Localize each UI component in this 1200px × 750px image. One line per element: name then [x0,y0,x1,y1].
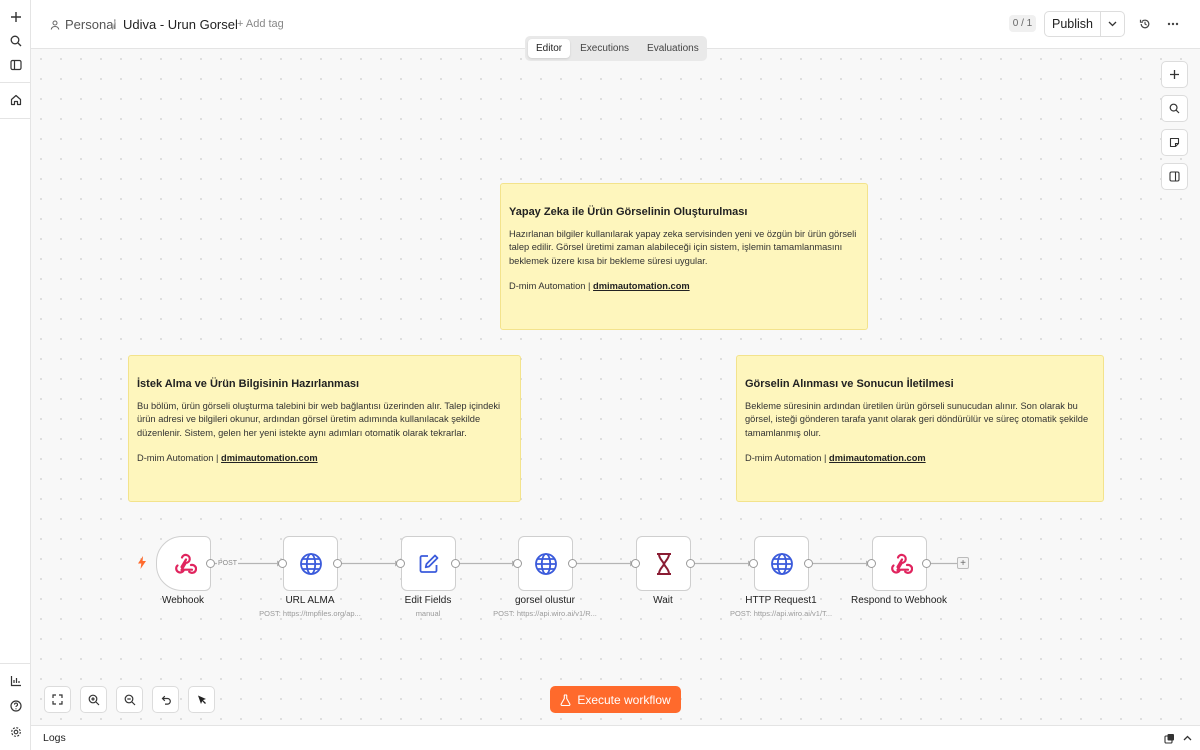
input-port[interactable] [631,559,640,568]
help-icon[interactable] [5,695,26,716]
breadcrumb-separator: / [112,17,116,33]
fit-view-icon[interactable] [44,686,71,713]
canvas-side-tools [1161,61,1188,190]
plus-icon[interactable] [5,6,26,27]
note-body: Hazırlanan bilgiler kullanılarak yapay z… [509,229,857,266]
output-port[interactable] [206,559,215,568]
note-signature: D-mim Automation | dmimautomation.com [509,281,859,291]
node-subtitle: POST: https://api.wiro.ai/v1/T... [729,609,833,618]
note-signature-text: D-mim Automation | [745,453,830,464]
undo-icon[interactable] [152,686,179,713]
left-rail [0,0,31,750]
output-port[interactable] [568,559,577,568]
popout-icon[interactable] [1164,731,1175,749]
input-port[interactable] [278,559,287,568]
tab-evaluations[interactable]: Evaluations [639,39,707,58]
globe-icon [534,552,557,575]
input-port[interactable] [396,559,405,568]
note-title: Görselin Alınması ve Sonucun İletilmesi [745,378,954,390]
note-title: İstek Alma ve Ürün Bilgisinin Hazırlanma… [137,378,360,390]
note-body: Bu bölüm, ürün görseli oluşturma talebin… [137,401,501,438]
node-edit-fields[interactable] [401,536,456,591]
chevron-up-icon[interactable] [1183,731,1192,749]
note-body: Bekleme süresinin ardından üretilen ürün… [745,401,1089,438]
publish-button[interactable]: Publish [1045,12,1101,36]
sidebar-icon[interactable] [5,54,26,75]
input-port[interactable] [749,559,758,568]
note-signature-text: D-mim Automation | [137,453,222,464]
input-port[interactable] [513,559,522,568]
execute-workflow-button[interactable]: Execute workflow [550,686,681,713]
rail-divider [0,663,31,664]
sticky-note-left[interactable]: İstek Alma ve Ürün Bilgisinin Hazırlanma… [128,355,521,502]
breadcrumb-project-label: Personal [65,17,117,32]
globe-icon [299,552,322,575]
sticky-note-right[interactable]: Görselin Alınması ve Sonucun İletilmesi … [736,355,1104,502]
note-title: Yapay Zeka ile Ürün Görselinin Oluşturul… [509,206,748,218]
add-next-node-button[interactable]: + [957,557,969,569]
node-label: Respond to Webhook [851,595,947,606]
node-subtitle: POST: https://api.wiro.ai/v1/R... [493,609,597,618]
history-icon[interactable] [1136,15,1154,33]
note-signature-text: D-mim Automation | [509,281,594,292]
flask-icon [560,693,571,706]
search-nodes-icon[interactable] [1161,95,1188,122]
hourglass-icon [656,552,671,575]
publish-button-group: Publish [1044,11,1125,37]
output-port[interactable] [804,559,813,568]
node-http-request1[interactable] [754,536,809,591]
insights-icon[interactable] [5,670,26,691]
note-link[interactable]: dmimautomation.com [221,453,318,463]
output-port[interactable] [922,559,931,568]
note-link[interactable]: dmimautomation.com [829,453,926,463]
user-icon [50,20,60,30]
note-link[interactable]: dmimautomation.com [593,281,690,291]
trigger-bolt-icon [137,556,147,574]
sticky-note-icon[interactable] [1161,129,1188,156]
tab-executions[interactable]: Executions [572,39,637,58]
node-gorsel-olustur[interactable] [518,536,573,591]
cursor-icon[interactable] [188,686,215,713]
more-options-icon[interactable] [1164,15,1182,33]
panel-toggle-icon[interactable] [1161,163,1188,190]
sticky-note-center[interactable]: Yapay Zeka ile Ürün Görselinin Oluşturul… [500,183,868,330]
settings-icon[interactable] [5,721,26,742]
note-signature: D-mim Automation | dmimautomation.com [745,453,1095,463]
node-respond-to-webhook[interactable] [872,536,927,591]
node-webhook[interactable] [156,536,211,591]
rail-divider [0,118,31,119]
zoom-in-icon[interactable] [80,686,107,713]
execute-workflow-label: Execute workflow [577,692,671,707]
rail-divider [0,82,31,83]
note-signature: D-mim Automation | dmimautomation.com [137,453,512,463]
node-label: Webhook [161,595,205,606]
connection-label: POST [217,560,239,567]
logs-panel[interactable]: Logs [31,725,1200,750]
home-icon[interactable] [5,89,26,110]
node-wait[interactable] [636,536,691,591]
tab-editor[interactable]: Editor [528,39,571,58]
breadcrumb-project[interactable]: Personal [50,17,116,32]
node-url-alma[interactable] [283,536,338,591]
pencil-icon [419,554,438,573]
logs-actions [1164,731,1192,749]
chevron-down-icon[interactable] [1101,12,1124,36]
zoom-out-icon[interactable] [116,686,143,713]
webhook-icon [174,553,197,574]
add-tag-button[interactable]: + Add tag [237,18,284,30]
webhook-icon [890,553,913,574]
search-icon[interactable] [5,30,26,51]
output-port[interactable] [333,559,342,568]
version-counter: 0 / 1 [1009,15,1036,32]
logs-label: Logs [43,732,66,744]
output-port[interactable] [686,559,695,568]
add-node-icon[interactable] [1161,61,1188,88]
workflow-title[interactable]: Udiva - Urun Gorsel [123,17,238,32]
output-port[interactable] [451,559,460,568]
view-tabs: Editor Executions Evaluations [525,36,707,61]
input-port[interactable] [867,559,876,568]
globe-icon [770,552,793,575]
